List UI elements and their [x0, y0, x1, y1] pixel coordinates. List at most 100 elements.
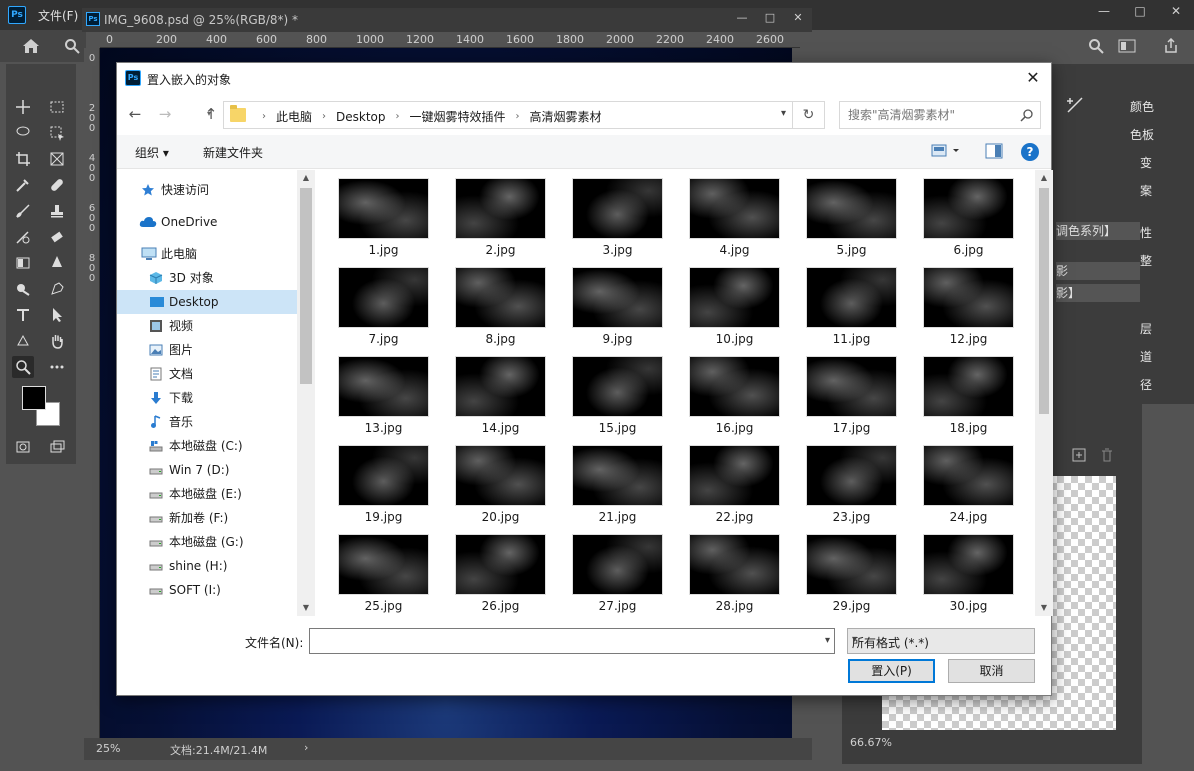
- foreground-color-swatch[interactable]: [22, 386, 46, 410]
- file-thumbnail[interactable]: [689, 356, 780, 417]
- move-tool-icon[interactable]: [12, 96, 34, 118]
- refresh-button[interactable]: ↻: [793, 101, 825, 129]
- eraser-tool-icon[interactable]: [46, 226, 68, 248]
- scroll-thumb[interactable]: [1039, 188, 1049, 414]
- file-item[interactable]: 26.jpg: [434, 526, 551, 614]
- document-minimize-button[interactable]: —: [728, 8, 756, 30]
- screen-mode-icon[interactable]: [46, 436, 68, 458]
- file-thumbnail[interactable]: [455, 267, 546, 328]
- file-thumbnail[interactable]: [689, 445, 780, 506]
- sidebar-item-3d-objects[interactable]: 3D 对象: [117, 266, 297, 290]
- blur-tool-icon[interactable]: [46, 252, 68, 274]
- minimize-button[interactable]: —: [1086, 0, 1122, 24]
- search-field[interactable]: [839, 101, 1041, 129]
- file-item[interactable]: 14.jpg: [434, 348, 551, 436]
- breadcrumb-item[interactable]: Desktop: [336, 110, 386, 124]
- shape-tool-icon[interactable]: [12, 330, 34, 352]
- panel-paths[interactable]: 径: [1140, 376, 1152, 393]
- file-item[interactable]: 7.jpg: [317, 259, 434, 347]
- panel-gradients[interactable]: 变: [1140, 154, 1152, 171]
- sidebar-item-this-pc[interactable]: 此电脑: [117, 242, 297, 266]
- file-thumbnail[interactable]: [806, 445, 897, 506]
- document-close-button[interactable]: ✕: [784, 8, 812, 30]
- file-thumbnail[interactable]: [572, 356, 663, 417]
- file-item[interactable]: 5.jpg: [785, 170, 902, 258]
- sidebar-item-music[interactable]: 音乐: [117, 410, 297, 434]
- file-thumbnail[interactable]: [455, 534, 546, 595]
- sidebar-item-downloads[interactable]: 下载: [117, 386, 297, 410]
- breadcrumb-item[interactable]: 一键烟雾特效插件: [410, 108, 506, 125]
- file-thumbnail[interactable]: [806, 356, 897, 417]
- breadcrumb-item[interactable]: 此电脑: [276, 108, 312, 125]
- file-item[interactable]: 28.jpg: [668, 526, 785, 614]
- pen-tool-icon[interactable]: [46, 278, 68, 300]
- panel-color[interactable]: 颜色: [1130, 98, 1154, 115]
- file-thumbnail[interactable]: [338, 445, 429, 506]
- file-item[interactable]: 29.jpg: [785, 526, 902, 614]
- file-item[interactable]: 18.jpg: [902, 348, 1019, 436]
- file-thumbnail[interactable]: [689, 534, 780, 595]
- frame-tool-icon[interactable]: [46, 148, 68, 170]
- up-button[interactable]: ↑: [201, 105, 221, 125]
- status-expand-button[interactable]: ›: [304, 741, 308, 754]
- hand-tool-icon[interactable]: [46, 330, 68, 352]
- scroll-up-icon[interactable]: ▲: [1035, 170, 1053, 186]
- search-icon[interactable]: [1020, 108, 1034, 122]
- scroll-up-icon[interactable]: ▲: [297, 170, 315, 186]
- help-icon[interactable]: ?: [1021, 143, 1039, 161]
- sidebar-item-drive-c[interactable]: 本地磁盘 (C:): [117, 434, 297, 458]
- file-thumbnail[interactable]: [338, 534, 429, 595]
- sidebar-item-quick-access[interactable]: 快速访问: [117, 178, 297, 202]
- file-thumbnail[interactable]: [923, 445, 1014, 506]
- search-icon[interactable]: [64, 38, 80, 54]
- file-item[interactable]: 25.jpg: [317, 526, 434, 614]
- brush-tool-icon[interactable]: [12, 200, 34, 222]
- new-layer-icon[interactable]: [1072, 448, 1086, 462]
- address-bar[interactable]: › 此电脑 › Desktop › 一键烟雾特效插件 › 高清烟雾素材 ▾: [223, 101, 793, 129]
- file-thumbnail[interactable]: [806, 534, 897, 595]
- panel-patterns[interactable]: 案: [1140, 182, 1152, 199]
- scroll-down-icon[interactable]: ▼: [297, 600, 315, 616]
- trash-icon[interactable]: [1100, 448, 1114, 462]
- filename-field[interactable]: ▾: [309, 628, 835, 654]
- file-item[interactable]: 9.jpg: [551, 259, 668, 347]
- file-item[interactable]: 27.jpg: [551, 526, 668, 614]
- close-app-button[interactable]: ✕: [1158, 0, 1194, 24]
- file-thumbnail[interactable]: [806, 178, 897, 239]
- dodge-tool-icon[interactable]: [12, 278, 34, 300]
- sidebar-item-documents[interactable]: 文档: [117, 362, 297, 386]
- file-thumbnail[interactable]: [689, 267, 780, 328]
- sidebar-item-drive-d[interactable]: Win 7 (D:): [117, 458, 297, 482]
- file-thumbnail[interactable]: [923, 534, 1014, 595]
- file-thumbnail[interactable]: [923, 267, 1014, 328]
- view-options-icon[interactable]: [931, 143, 961, 159]
- filetype-select[interactable]: 所有格式 (*.*) ▾: [847, 628, 1035, 654]
- sidebar-item-pictures[interactable]: 图片: [117, 338, 297, 362]
- chevron-down-icon[interactable]: ▾: [825, 635, 830, 646]
- healing-brush-tool-icon[interactable]: [46, 174, 68, 196]
- file-thumbnail[interactable]: [923, 356, 1014, 417]
- stamp-tool-icon[interactable]: [46, 200, 68, 222]
- file-item[interactable]: 30.jpg: [902, 526, 1019, 614]
- file-thumbnail[interactable]: [572, 534, 663, 595]
- files-scrollbar[interactable]: ▲ ▼: [1035, 170, 1053, 616]
- quick-mask-icon[interactable]: [12, 436, 34, 458]
- organize-button[interactable]: 组织 ▾: [135, 144, 169, 161]
- file-item[interactable]: 16.jpg: [668, 348, 785, 436]
- file-thumbnail[interactable]: [689, 178, 780, 239]
- back-button[interactable]: ←: [125, 105, 145, 125]
- history-brush-tool-icon[interactable]: [12, 226, 34, 248]
- document-maximize-button[interactable]: □: [756, 8, 784, 30]
- sidebar-item-drive-f[interactable]: 新加卷 (F:): [117, 506, 297, 530]
- gradient-tool-icon[interactable]: [12, 252, 34, 274]
- place-button[interactable]: 置入(P): [848, 659, 935, 683]
- sidebar-item-desktop[interactable]: Desktop: [117, 290, 297, 314]
- breadcrumb-item[interactable]: 高清烟雾素材: [530, 108, 602, 125]
- type-tool-icon[interactable]: [12, 304, 34, 326]
- file-item[interactable]: 20.jpg: [434, 437, 551, 525]
- panel-adjustments[interactable]: 整: [1140, 252, 1152, 269]
- file-item[interactable]: 22.jpg: [668, 437, 785, 525]
- file-thumbnail[interactable]: [572, 178, 663, 239]
- preview-pane-icon[interactable]: [985, 143, 1003, 159]
- file-thumbnail[interactable]: [455, 445, 546, 506]
